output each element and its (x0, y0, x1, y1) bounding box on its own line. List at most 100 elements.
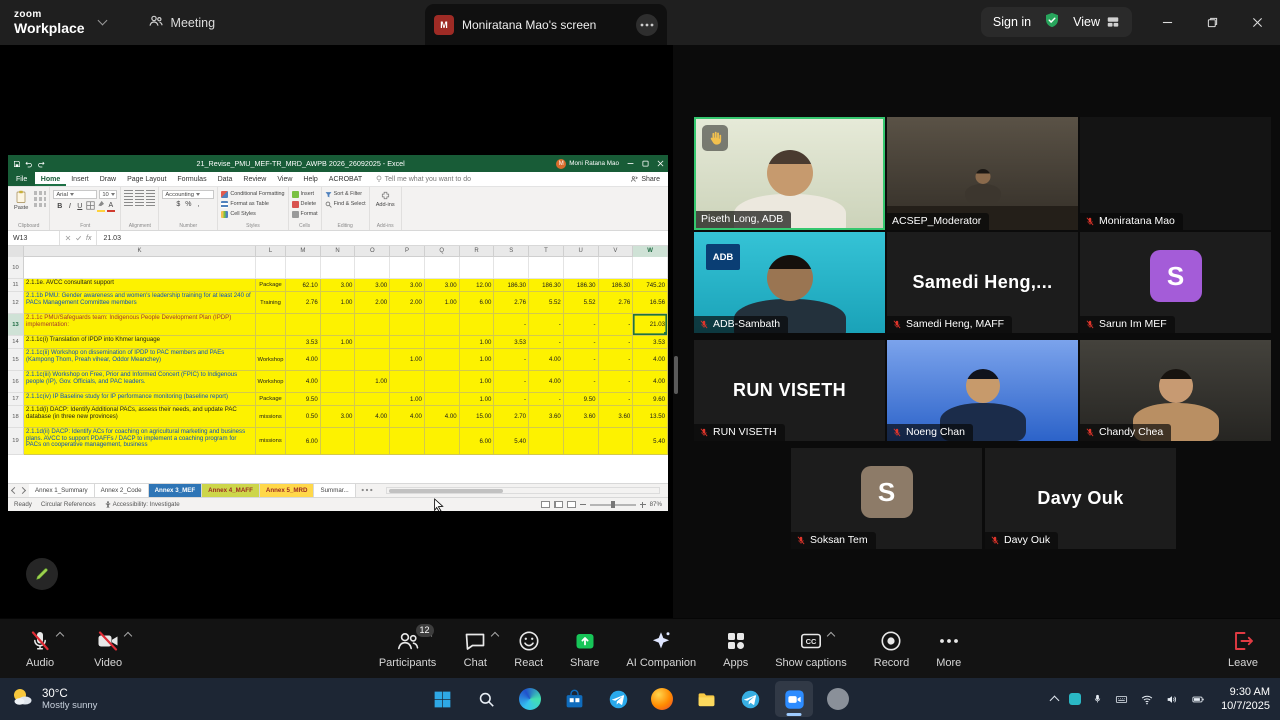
cell-T17[interactable]: - (529, 393, 564, 406)
column-header-N[interactable]: N (321, 246, 356, 257)
share-button[interactable]: Share (570, 629, 599, 669)
taskbar-app-search[interactable] (467, 681, 505, 717)
cell-W14[interactable]: 3.53 (633, 336, 668, 349)
cell-V13[interactable]: - (599, 314, 634, 336)
cell-K19[interactable]: 2.1.1d(ii) DACP: Identify ACs for coachi… (24, 428, 256, 455)
participant-tile-adb-sambath[interactable]: ADBADB-Sambath (694, 232, 885, 333)
leave-button[interactable]: Leave (1228, 629, 1258, 669)
percent-button[interactable]: % (184, 200, 192, 209)
find-select-button[interactable]: Find & Select (325, 199, 366, 209)
cell-N17[interactable] (321, 393, 356, 406)
workspace-chevron-icon[interactable] (97, 16, 107, 26)
column-header-P[interactable]: P (390, 246, 425, 257)
cell-W17[interactable]: 9.60 (633, 393, 668, 406)
cell-W13[interactable]: 21.03 (633, 314, 668, 336)
excel-minimize-button[interactable] (623, 155, 638, 172)
row-header-10[interactable]: 10 (8, 257, 24, 279)
cell-O10[interactable] (355, 257, 390, 279)
audio-button[interactable]: Audio (26, 629, 54, 669)
cell-T12[interactable]: 5.52 (529, 292, 564, 314)
cell-R15[interactable]: 1.00 (460, 349, 495, 371)
cell-L13[interactable] (256, 314, 286, 336)
sheet-nav-buttons[interactable] (8, 488, 29, 493)
participant-tile-noeng-chan[interactable]: Noeng Chan (887, 340, 1078, 441)
cell-U17[interactable]: 9.50 (564, 393, 599, 406)
cell-Q19[interactable] (425, 428, 460, 455)
cell-O15[interactable] (355, 349, 390, 371)
cell-T18[interactable]: 3.60 (529, 406, 564, 428)
cell-R14[interactable]: 1.00 (460, 336, 495, 349)
participant-tile-samedi-heng-maff[interactable]: Samedi Heng,...Samedi Heng, MAFF (887, 232, 1078, 333)
cell-P18[interactable]: 4.00 (390, 406, 425, 428)
cell-K10[interactable] (24, 257, 256, 279)
cell-O14[interactable] (355, 336, 390, 349)
cell-W19[interactable]: 5.40 (633, 428, 668, 455)
chevron-up-icon[interactable] (56, 631, 64, 639)
cell-U16[interactable]: - (564, 371, 599, 393)
cell-N18[interactable]: 3.00 (321, 406, 356, 428)
bold-button[interactable]: B (56, 202, 64, 211)
column-header-Q[interactable]: Q (425, 246, 460, 257)
cell-O12[interactable]: 2.00 (355, 292, 390, 314)
cell-U10[interactable] (564, 257, 599, 279)
cell-P10[interactable] (390, 257, 425, 279)
cell-U18[interactable]: 3.60 (564, 406, 599, 428)
cell-K16[interactable]: 2.1.1c(iii) Workshop on Free, Prior and … (24, 371, 256, 393)
zoom-slider[interactable] (590, 504, 636, 506)
sheet-tab-annex-2-code[interactable]: Annex 2_Code (95, 484, 149, 497)
borders-button[interactable] (86, 201, 95, 212)
column-header-W[interactable]: W (633, 246, 668, 257)
cell-R19[interactable]: 6.00 (460, 428, 495, 455)
ribbon-tab-help[interactable]: Help (298, 172, 323, 186)
cell-Q18[interactable]: 4.00 (425, 406, 460, 428)
column-header-S[interactable]: S (494, 246, 529, 257)
taskbar-app-capture[interactable] (819, 681, 857, 717)
taskbar-app-telegram[interactable] (599, 681, 637, 717)
zoom-level[interactable]: 87% (650, 501, 662, 508)
cell-V10[interactable] (599, 257, 634, 279)
accessibility-status[interactable]: Accessibility: Investigate (105, 501, 180, 508)
cell-S14[interactable]: 3.53 (494, 336, 529, 349)
ribbon-tab-draw[interactable]: Draw (94, 172, 121, 186)
taskbar-app-telegram-desktop[interactable] (731, 681, 769, 717)
cell-L17[interactable]: Package (256, 393, 286, 406)
cell-W12[interactable]: 16.56 (633, 292, 668, 314)
cell-R16[interactable]: 1.00 (460, 371, 495, 393)
participant-tile-run-viseth[interactable]: RUN VISETHRUN VISETH (694, 340, 885, 441)
page-layout-view-button[interactable] (554, 501, 563, 508)
scrollbar-thumb[interactable] (389, 489, 503, 493)
cell-S10[interactable] (494, 257, 529, 279)
tell-me-box[interactable]: Tell me what you want to do (376, 175, 471, 183)
sheet-tab-summar[interactable]: Summar... (314, 484, 355, 497)
horizontal-scrollbar[interactable] (386, 487, 660, 494)
cell-K12[interactable]: 2.1.1b PMU: Gender awareness and women's… (24, 292, 256, 314)
cell-L14[interactable] (256, 336, 286, 349)
format-as-table-button[interactable]: Format as Table (221, 199, 284, 209)
screen-tab-more-button[interactable] (636, 14, 658, 36)
cell-Q11[interactable]: 3.00 (425, 279, 460, 292)
cell-K11[interactable]: 2.1.1e. AVCC consultant support (24, 279, 256, 292)
cell-S19[interactable]: 5.40 (494, 428, 529, 455)
chat-button[interactable]: Chat (463, 629, 487, 669)
screen-share-tab[interactable]: M Moniratana Mao's screen (425, 4, 667, 45)
row-header-17[interactable]: 17 (8, 393, 24, 406)
column-header-M[interactable]: M (286, 246, 321, 257)
row-header-15[interactable]: 15 (8, 349, 24, 371)
align-bottom-button[interactable] (146, 190, 155, 198)
taskbar-app-edge[interactable] (511, 681, 549, 717)
cell-U12[interactable]: 5.52 (564, 292, 599, 314)
cell-U19[interactable] (564, 428, 599, 455)
font-color-button[interactable]: A (107, 201, 115, 212)
minimize-button[interactable] (1145, 0, 1190, 45)
volume-icon[interactable] (1165, 693, 1179, 706)
cell-V16[interactable]: - (599, 371, 634, 393)
participant-tile-soksan-tem[interactable]: SSoksan Tem (791, 448, 982, 549)
cell-Q17[interactable] (425, 393, 460, 406)
cell-O13[interactable] (355, 314, 390, 336)
cell-L18[interactable]: missions (256, 406, 286, 428)
cell-N14[interactable]: 1.00 (321, 336, 356, 349)
ribbon-tab-view[interactable]: View (272, 172, 298, 186)
row-header-11[interactable]: 11 (8, 279, 24, 292)
excel-account[interactable]: M Moni Ratana Mao (556, 159, 619, 169)
taskbar-app-store[interactable] (555, 681, 593, 717)
